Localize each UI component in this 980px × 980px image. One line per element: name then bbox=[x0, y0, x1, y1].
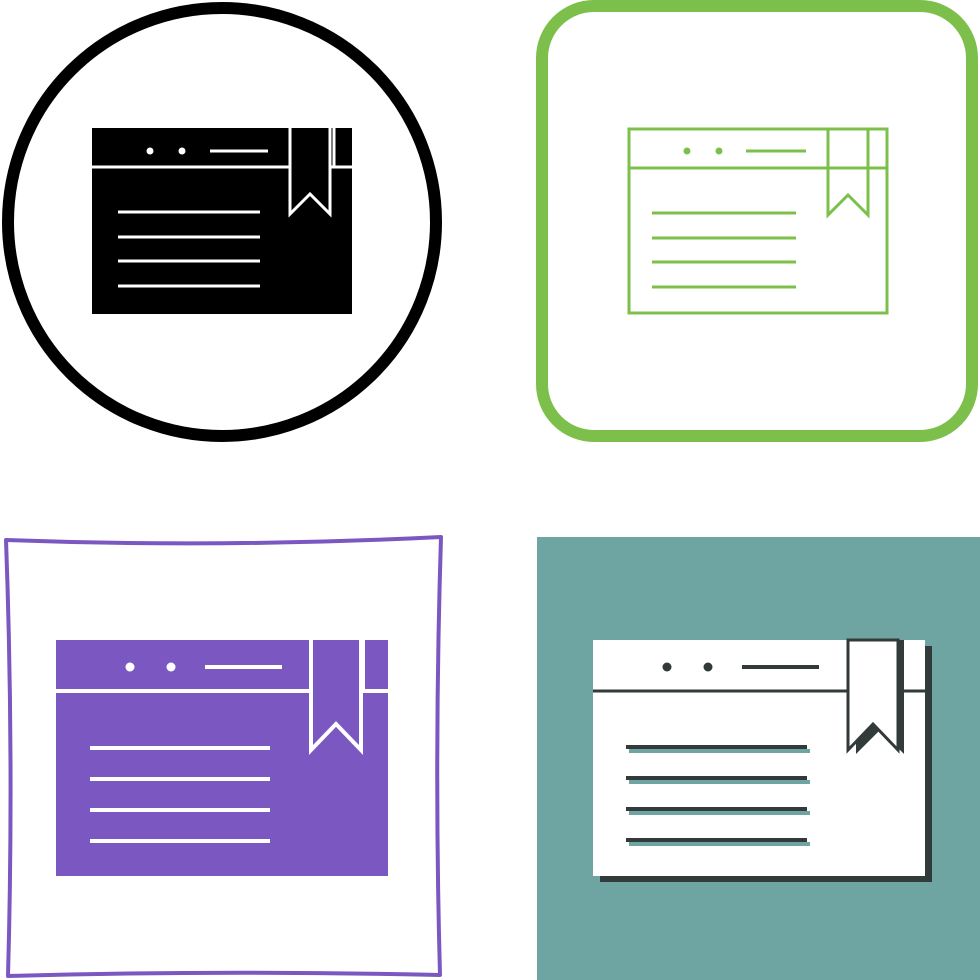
bookmark-ribbon-icon bbox=[826, 129, 870, 219]
variant-flat-shadow bbox=[537, 537, 980, 980]
window-body bbox=[627, 127, 889, 315]
variant-glyph bbox=[2, 2, 442, 442]
bookmarked-browser-window-icon bbox=[92, 128, 352, 314]
variant-outline bbox=[536, 0, 978, 442]
bookmarked-browser-window-icon bbox=[56, 640, 388, 876]
variant-filled bbox=[4, 535, 443, 978]
window-dot-icon bbox=[125, 662, 135, 672]
bookmarked-browser-window-icon bbox=[627, 127, 889, 315]
window-dot-icon bbox=[683, 147, 691, 155]
window-dot-icon bbox=[146, 147, 154, 155]
window-dot-icon bbox=[166, 662, 176, 672]
window-dot-icon bbox=[178, 147, 186, 155]
window-dot-icon bbox=[662, 662, 672, 672]
bookmarked-browser-window-icon bbox=[593, 638, 932, 882]
icon-set bbox=[2, 0, 980, 980]
rounded-square-frame bbox=[536, 0, 978, 442]
window-dot-icon bbox=[703, 662, 713, 672]
window-dot-icon bbox=[715, 147, 723, 155]
